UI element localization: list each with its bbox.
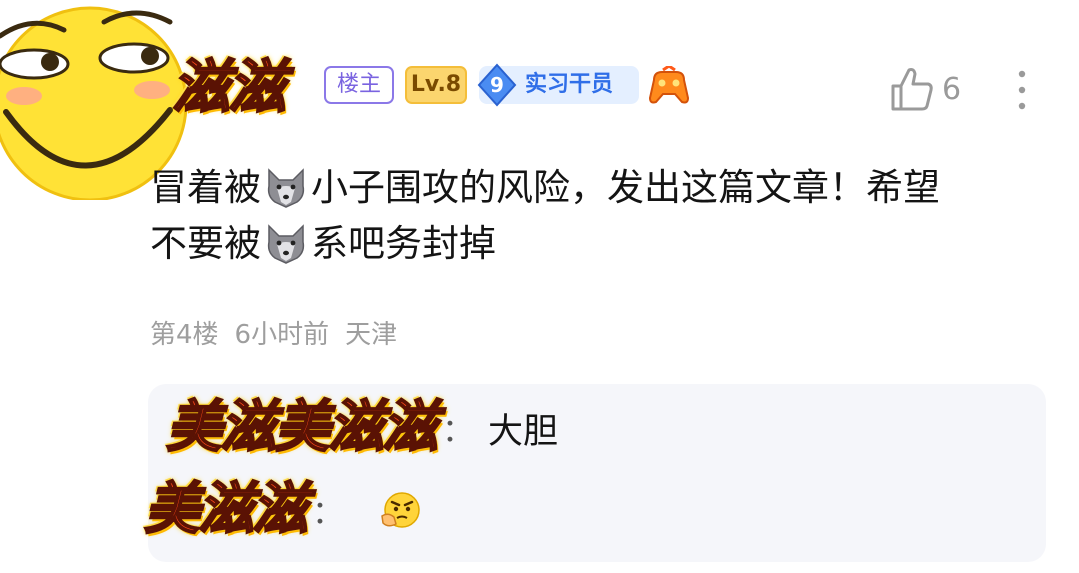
rank-title: 实习干员 bbox=[525, 72, 614, 97]
content-text: 不要被 bbox=[150, 222, 261, 265]
wolf-icon bbox=[267, 168, 305, 208]
game-controller-medal-icon[interactable] bbox=[648, 66, 690, 106]
thinking-angry-face-icon bbox=[381, 492, 420, 528]
like-button[interactable]: 6 bbox=[890, 66, 961, 112]
reply-separator: ： bbox=[312, 493, 345, 531]
reply-separator: ： bbox=[442, 411, 475, 449]
reply-item[interactable]: 美滋美滋滋 ： 大胆 bbox=[165, 392, 559, 464]
reply-text: 大胆 bbox=[488, 411, 559, 452]
floor-number: 第4楼 bbox=[150, 320, 219, 350]
post-username[interactable]: 滋滋 bbox=[171, 52, 287, 122]
rank-badge[interactable]: 9 实习干员 bbox=[477, 63, 639, 107]
content-text: 冒着被 bbox=[150, 166, 261, 209]
post-meta: 第4楼 6小时前 天津 bbox=[150, 314, 397, 351]
content-text: 系吧务封掉 bbox=[311, 222, 496, 265]
reply-list[interactable]: 美滋美滋滋 ： 大胆 美滋滋 ： bbox=[143, 384, 1046, 562]
level-badge: Lv.8 bbox=[405, 66, 467, 104]
content-line-2: 不要被 系吧务封掉 bbox=[150, 216, 1060, 272]
thumbs-up-icon bbox=[891, 68, 933, 111]
owner-badge: 楼主 bbox=[324, 66, 394, 104]
post-location: 天津 bbox=[345, 320, 398, 350]
reply-item[interactable]: 美滋滋 ： bbox=[143, 474, 422, 546]
post-time: 6小时前 bbox=[234, 320, 330, 350]
post-content: 冒着被 小子围攻的风险，发出这篇文章！希望 不要被 系吧务封掉 bbox=[150, 160, 1060, 272]
rank-number: 9 bbox=[490, 73, 504, 97]
content-line-1: 冒着被 小子围攻的风险，发出这篇文章！希望 bbox=[150, 160, 1060, 216]
more-options-icon[interactable] bbox=[1006, 68, 1038, 112]
like-count: 6 bbox=[942, 71, 962, 107]
content-text: 小子围攻的风险，发出这篇文章！希望 bbox=[311, 166, 940, 209]
reply-username[interactable]: 美滋美滋滋 bbox=[165, 392, 439, 464]
reply-username[interactable]: 美滋滋 bbox=[143, 474, 309, 546]
wolf-icon bbox=[267, 224, 305, 264]
